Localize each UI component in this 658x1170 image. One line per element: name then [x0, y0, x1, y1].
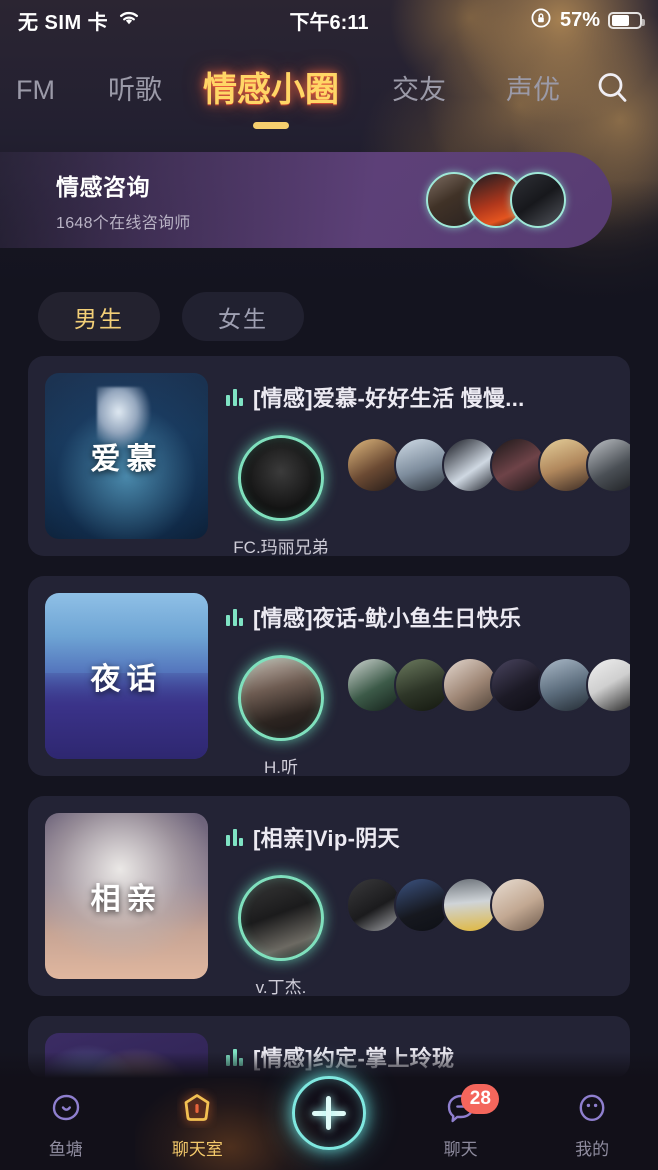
- avatar: [490, 877, 546, 933]
- host-avatar: [238, 435, 324, 521]
- room-card[interactable]: 夜话 [情感]夜话-鱿小鱼生日快乐 H.听: [28, 576, 630, 776]
- banner-title: 情感咨询: [56, 173, 150, 200]
- room-host[interactable]: H.听: [226, 655, 336, 776]
- chat-room-icon: [177, 1088, 217, 1128]
- nav-item-chat-label: 聊天: [443, 1140, 478, 1159]
- host-name: v.丁杰.: [255, 978, 307, 996]
- nav-item-add-spacer: [263, 1076, 395, 1170]
- room-host[interactable]: v.丁杰.: [226, 875, 336, 996]
- consultation-banner[interactable]: 情感咨询 1648个在线咨询师: [0, 152, 612, 248]
- status-bar-right: 57%: [530, 7, 645, 34]
- search-icon: [593, 68, 633, 113]
- room-title: [情感]爱慕-好好生活 慢慢...: [253, 386, 525, 411]
- sound-wave-icon: [226, 828, 243, 846]
- nav-item-fish-pond[interactable]: 鱼塘: [0, 1078, 132, 1170]
- gender-filter-group: 男生 女生: [38, 292, 304, 341]
- room-title: [情感]夜话-鱿小鱼生日快乐: [253, 606, 522, 631]
- room-cover: 夜话: [45, 593, 208, 759]
- profile-icon: [572, 1088, 612, 1128]
- sound-wave-icon: [226, 608, 243, 626]
- room-title-row: [相亲]Vip-阴天: [226, 821, 613, 853]
- avatar: [586, 437, 630, 493]
- room-title: [相亲]Vip-阴天: [253, 826, 400, 851]
- room-cover-label: 爱慕: [90, 443, 163, 476]
- tab-fm[interactable]: FM: [16, 76, 55, 104]
- room-title-row: [情感]夜话-鱿小鱼生日快乐: [226, 601, 630, 633]
- nav-item-chat[interactable]: 28 聊天: [395, 1078, 527, 1170]
- room-people-row: FC.玛丽兄弟: [226, 435, 630, 556]
- room-card-body: [情感]夜话-鱿小鱼生日快乐 H.听: [226, 593, 630, 776]
- status-bar: 无 SIM 卡 下午6:11 57%: [0, 0, 658, 40]
- chip-male[interactable]: 男生: [38, 292, 160, 341]
- bottom-nav-bar: 鱼塘 聊天室 28 聊天 我的: [0, 1076, 658, 1170]
- tab-voice-actor[interactable]: 声优: [506, 76, 560, 104]
- room-card-body: [情感]爱慕-好好生活 慢慢... FC.玛丽兄弟: [226, 373, 630, 556]
- tab-emotion-circle[interactable]: 情感小圈: [203, 71, 339, 129]
- chat-unread-badge: 28: [461, 1084, 500, 1114]
- message-icon: 28: [441, 1084, 500, 1128]
- room-list: 爱慕 [情感]爱慕-好好生活 慢慢... FC.玛丽兄弟 夜话 [情感]夜话-鱿…: [0, 356, 658, 1078]
- banner-text-block: 情感咨询 1648个在线咨询师: [56, 168, 191, 233]
- top-tab-bar: FM 听歌 情感小圈 交友 声优: [0, 55, 658, 129]
- host-avatar: [238, 875, 324, 961]
- avatar: [510, 172, 566, 228]
- add-button[interactable]: [291, 1076, 366, 1150]
- nav-item-fish-pond-label: 鱼塘: [48, 1140, 83, 1159]
- nav-item-chat-room-label: 聊天室: [171, 1140, 223, 1159]
- tab-emotion-circle-label: 情感小圈: [203, 71, 339, 109]
- room-title-row: [情感]爱慕-好好生活 慢慢...: [226, 381, 630, 413]
- rotation-lock-icon: [530, 7, 552, 34]
- member-avatar-stack: [346, 657, 630, 713]
- nav-item-profile[interactable]: 我的: [526, 1078, 658, 1170]
- room-people-row: v.丁杰.: [226, 875, 613, 996]
- chip-female[interactable]: 女生: [182, 292, 304, 341]
- room-card[interactable]: 相亲 [相亲]Vip-阴天 v.丁杰.: [28, 796, 630, 996]
- tab-make-friends[interactable]: 交友: [392, 76, 446, 104]
- battery-icon: [608, 11, 645, 29]
- nav-item-profile-label: 我的: [575, 1140, 610, 1159]
- battery-percent-label: 57%: [559, 8, 600, 31]
- avatar: [586, 657, 630, 713]
- room-cover: 相亲: [45, 813, 208, 979]
- host-name: H.听: [264, 758, 298, 776]
- room-cover: 爱慕: [45, 373, 208, 539]
- member-avatar-stack: [346, 877, 546, 933]
- bottom-nav-fade: [0, 1052, 658, 1078]
- room-cover-label: 相亲: [90, 883, 163, 916]
- room-cover-label: 夜话: [90, 663, 163, 696]
- host-name: FC.玛丽兄弟: [233, 538, 329, 556]
- host-avatar: [238, 655, 324, 741]
- banner-avatar-stack: [426, 172, 566, 228]
- room-card[interactable]: 爱慕 [情感]爱慕-好好生活 慢慢... FC.玛丽兄弟: [28, 356, 630, 556]
- active-tab-indicator: [253, 122, 289, 129]
- app-screen: 无 SIM 卡 下午6:11 57% FM 听歌 情感小圈 交友 声优 情感咨询…: [0, 0, 658, 1170]
- room-card-body: [相亲]Vip-阴天 v.丁杰.: [226, 813, 613, 996]
- fish-pond-icon: [46, 1088, 86, 1128]
- room-people-row: H.听: [226, 655, 630, 776]
- sound-wave-icon: [226, 388, 243, 406]
- banner-subtitle: 1648个在线咨询师: [56, 214, 191, 232]
- nav-item-chat-room[interactable]: 聊天室: [132, 1078, 264, 1170]
- member-avatar-stack: [346, 437, 630, 493]
- tab-listen-songs[interactable]: 听歌: [108, 76, 162, 104]
- room-host[interactable]: FC.玛丽兄弟: [226, 435, 336, 556]
- search-button[interactable]: [590, 67, 636, 113]
